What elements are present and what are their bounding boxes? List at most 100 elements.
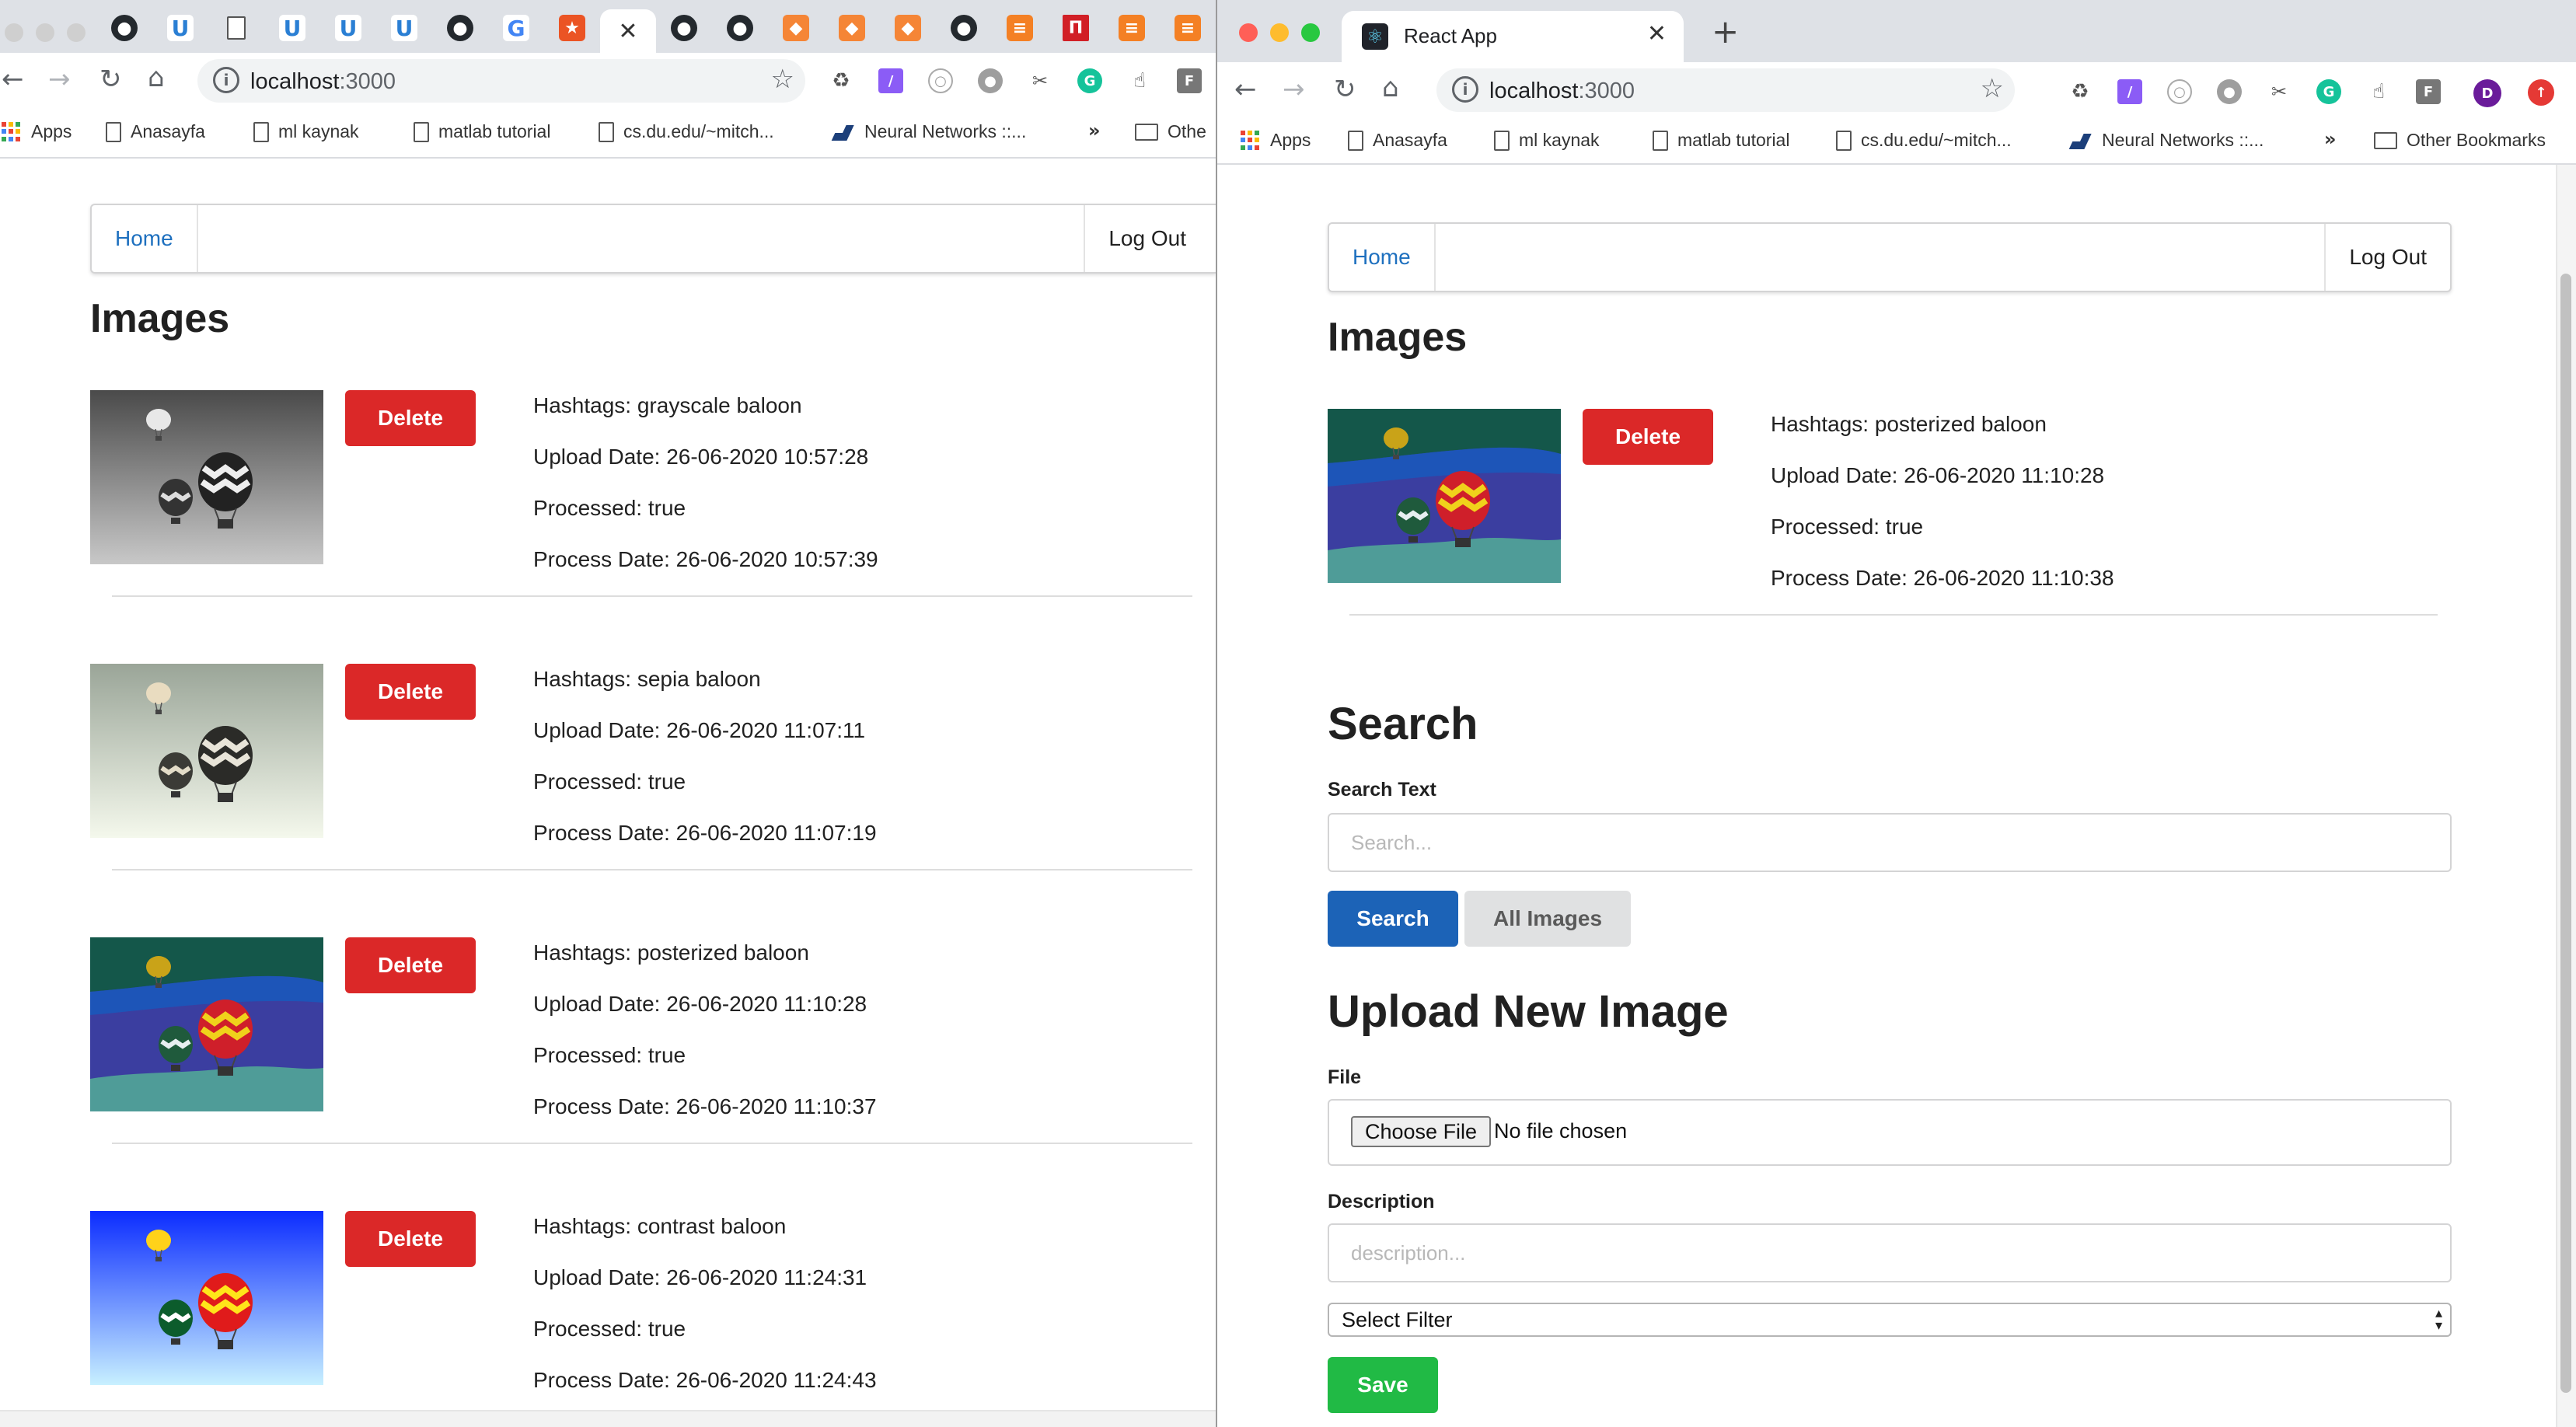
save-button[interactable]: Save: [1328, 1357, 1438, 1413]
tab-auth0[interactable]: ★: [544, 9, 600, 47]
tab-udemy-4[interactable]: U: [376, 9, 432, 47]
address-bar[interactable]: i localhost:3000 ☆: [1436, 68, 2015, 112]
tab-stackoverflow-3[interactable]: ≡: [1160, 9, 1216, 47]
reload-icon[interactable]: ↻: [99, 66, 122, 92]
scrollbar-thumb[interactable]: [2560, 274, 2571, 1393]
bookmark-neural-networks[interactable]: Neural Networks ::...: [830, 121, 1026, 142]
update-alert-icon[interactable]: ↑: [2528, 79, 2554, 106]
tab-udemy-2[interactable]: U: [264, 9, 320, 47]
recycle-icon[interactable]: ♻: [2068, 79, 2093, 104]
close-icon[interactable]: ✕: [1647, 20, 1667, 47]
new-tab-plus-icon[interactable]: +: [1712, 12, 1739, 51]
window-minimize-control[interactable]: [36, 23, 54, 42]
nav-home-link[interactable]: Home: [1329, 224, 1436, 291]
bookmark-other-bookmarks[interactable]: Other Bookmarks: [2374, 130, 2546, 151]
cursor-icon[interactable]: ☝: [2366, 79, 2391, 104]
bookmarks-overflow-chevron[interactable]: »: [2324, 128, 2337, 150]
bookmark-apps[interactable]: Apps: [2, 121, 72, 142]
bookmark-ml-kaynak[interactable]: ml kaynak: [1494, 130, 1600, 151]
tab-aws-3[interactable]: ◆: [880, 9, 936, 47]
tab-aws-1[interactable]: ◆: [768, 9, 824, 47]
delete-button[interactable]: Delete: [345, 1211, 476, 1267]
flask-icon[interactable]: ✂: [1028, 68, 1052, 93]
window-zoom-control[interactable]: [1301, 23, 1320, 42]
reload-icon[interactable]: ↻: [1334, 76, 1356, 103]
left-browser-window: ● U U U U ● G ★ ✕ ● ● ◆ ◆ ◆ ● ≡ Π ≡ ≡ ← …: [0, 0, 1216, 1427]
bookmark-ml-kaynak[interactable]: ml kaynak: [253, 121, 359, 142]
forward-arrow-icon[interactable]: →: [48, 66, 71, 92]
grammarly-icon[interactable]: G: [1077, 68, 1102, 93]
window-close-control[interactable]: [5, 23, 23, 42]
ghost-extension-icon[interactable]: ●: [2217, 79, 2242, 104]
tab-aws-2[interactable]: ◆: [824, 9, 880, 47]
tab-stackoverflow-2[interactable]: ≡: [1104, 9, 1160, 47]
top-menu: Home Log Out: [1328, 222, 2452, 292]
info-icon[interactable]: i: [1452, 76, 1478, 103]
grammarly-icon[interactable]: G: [2316, 79, 2341, 104]
bookmark-star-icon[interactable]: ☆: [771, 64, 794, 95]
bookmark-other[interactable]: Othe: [1135, 121, 1206, 142]
tab-udemy-3[interactable]: U: [320, 9, 376, 47]
description-input[interactable]: [1329, 1225, 2450, 1281]
tab-udemy-1[interactable]: U: [152, 9, 208, 47]
delete-button[interactable]: Delete: [345, 937, 476, 993]
tab-github-1[interactable]: ●: [96, 9, 152, 47]
recycle-icon[interactable]: ♻: [829, 68, 853, 93]
nav-logout-link[interactable]: Log Out: [1084, 205, 1209, 272]
info-icon[interactable]: i: [213, 67, 239, 93]
tab-github-3[interactable]: ●: [656, 9, 712, 47]
reader-icon[interactable]: F: [2416, 79, 2441, 104]
bookmark-neural-networks[interactable]: Neural Networks ::...: [2068, 130, 2264, 151]
bookmark-cs-du-edu[interactable]: cs.du.edu/~mitch...: [599, 121, 774, 142]
close-icon[interactable]: ✕: [618, 18, 637, 45]
reader-icon[interactable]: F: [1177, 68, 1202, 93]
delete-button[interactable]: Delete: [1583, 409, 1713, 465]
tab-active[interactable]: ✕: [600, 9, 656, 53]
tab-stackoverflow-1[interactable]: ≡: [992, 9, 1048, 47]
back-arrow-icon[interactable]: ←: [1234, 76, 1257, 103]
ghost-extension-icon[interactable]: ●: [978, 68, 1003, 93]
tab-github-4[interactable]: ●: [712, 9, 768, 47]
bookmark-cs-du-edu[interactable]: cs.du.edu/~mitch...: [1836, 130, 2012, 151]
bookmark-matlab-tutorial[interactable]: matlab tutorial: [1653, 130, 1789, 151]
bookmark-matlab-tutorial[interactable]: matlab tutorial: [414, 121, 550, 142]
nav-home-link[interactable]: Home: [92, 205, 198, 272]
cursor-icon[interactable]: ☝: [1127, 68, 1152, 93]
profile-avatar[interactable]: D: [2473, 79, 2501, 107]
tab-document[interactable]: [208, 9, 264, 47]
filter-select[interactable]: Select Filter ▴ ▾: [1328, 1303, 2452, 1337]
delete-button[interactable]: Delete: [345, 390, 476, 446]
search-input[interactable]: [1329, 815, 2450, 871]
tab-github-5[interactable]: ●: [936, 9, 992, 47]
home-icon[interactable]: ⌂: [148, 65, 165, 91]
choose-file-button[interactable]: Choose File: [1351, 1116, 1492, 1147]
window-zoom-control[interactable]: [67, 23, 86, 42]
nav-logout-link[interactable]: Log Out: [2324, 224, 2450, 291]
feather-icon[interactable]: /: [2117, 79, 2142, 104]
bookmarks-overflow-chevron[interactable]: »: [1088, 120, 1101, 141]
delete-button[interactable]: Delete: [345, 664, 476, 720]
tab-google[interactable]: G: [488, 9, 544, 47]
tab-netflix[interactable]: Π: [1048, 9, 1104, 47]
vertical-scrollbar[interactable]: [2556, 165, 2576, 1427]
circle-extension-icon[interactable]: ○: [928, 68, 953, 93]
back-arrow-icon[interactable]: ←: [2, 66, 24, 92]
bookmark-apps[interactable]: Apps: [1241, 130, 1311, 151]
bookmark-anasayfa[interactable]: Anasayfa: [1348, 130, 1447, 151]
bookmark-star-icon[interactable]: ☆: [1981, 73, 2004, 104]
search-button[interactable]: Search: [1328, 891, 1458, 947]
tab-github-2[interactable]: ●: [432, 9, 488, 47]
window-close-control[interactable]: [1239, 23, 1258, 42]
horizontal-scrollbar[interactable]: [0, 1410, 1216, 1427]
upload-date-text: Upload Date: 26-06-2020 11:10:28: [533, 992, 867, 1016]
all-images-button[interactable]: All Images: [1464, 891, 1631, 947]
window-minimize-control[interactable]: [1270, 23, 1289, 42]
flask-icon[interactable]: ✂: [2267, 79, 2292, 104]
bookmark-anasayfa[interactable]: Anasayfa: [106, 121, 205, 142]
forward-arrow-icon[interactable]: →: [1283, 76, 1305, 103]
address-bar[interactable]: i localhost:3000 ☆: [197, 59, 805, 103]
feather-icon[interactable]: /: [878, 68, 903, 93]
tab-react-app[interactable]: ⚛ React App ✕: [1342, 11, 1684, 62]
circle-extension-icon[interactable]: ○: [2167, 79, 2192, 104]
home-icon[interactable]: ⌂: [1382, 75, 1399, 101]
